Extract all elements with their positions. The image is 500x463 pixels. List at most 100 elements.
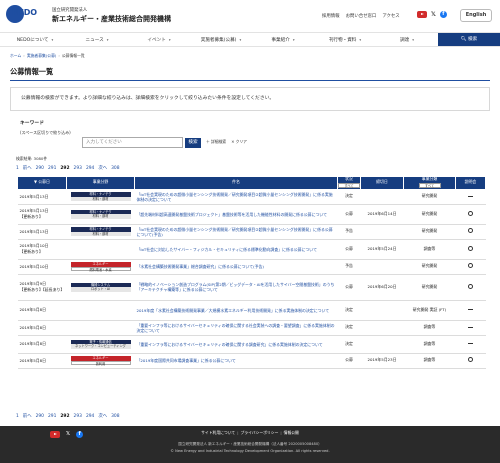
- pager-page[interactable]: 294: [86, 414, 94, 421]
- update-badge: 【更新あり】: [19, 214, 43, 220]
- cell-deadline: [360, 300, 404, 321]
- cell-meeting: [455, 259, 486, 275]
- header-type-label: 事業分類: [421, 176, 438, 181]
- cell-title: 「水素社会構築技術開発事業」総合調査研究」に係る公募について(予告): [134, 259, 338, 275]
- youtube-icon[interactable]: [417, 11, 427, 19]
- advanced-search-link[interactable]: ＋ 詳細検索: [206, 139, 226, 145]
- category-tag: 材料・部材: [70, 231, 131, 237]
- pager-last[interactable]: 308: [111, 166, 119, 173]
- nav-calls[interactable]: 実施者募集(公募) ▾: [190, 33, 252, 46]
- cell-deadline: 2019年5月23日: [360, 353, 404, 369]
- footer-separator: |: [237, 430, 239, 435]
- pager-page[interactable]: 294: [86, 166, 94, 173]
- pager-first[interactable]: 1: [16, 166, 19, 173]
- row-title-link[interactable]: 「2019年度国際共同市場調査事業」に係る公募について: [137, 358, 236, 363]
- x-icon[interactable]: 𝕏: [431, 11, 436, 19]
- dash-icon: [468, 195, 473, 197]
- breadcrumb-home[interactable]: ホーム: [10, 53, 21, 58]
- cell-date: 2019年5月13日: [17, 189, 67, 205]
- category-tag: 熱利用: [70, 360, 131, 366]
- pager-page[interactable]: 290: [36, 414, 44, 421]
- cell-deadline: 2019年5月24日: [360, 239, 404, 260]
- cell-deadline: 2019年6月20日: [360, 274, 404, 301]
- breadcrumb-separator: ›: [58, 53, 60, 58]
- row-title-link[interactable]: 「重要インフラ等におけるサイバーセキュリティの確保に関する調査研究」に係る実施体…: [137, 342, 323, 347]
- dash-icon: [468, 326, 473, 328]
- status-filter-select[interactable]: すべて: [338, 182, 360, 188]
- breadcrumb: ホーム › 実施者募集(公募) › 公募情報一覧: [0, 47, 500, 59]
- pager-last[interactable]: 308: [111, 414, 119, 421]
- pager-page[interactable]: 293: [74, 166, 82, 173]
- site-footer: 𝕏 f サイト利用について | プライバシーポリシー | 情報公開 国立研究開発法人 新…: [0, 426, 500, 463]
- row-title-link[interactable]: 「IoT社会実現のための超微小量センシング技術開発／研究開発項目②超微小量センシ…: [137, 192, 333, 202]
- clear-link[interactable]: ✕ クリア: [231, 139, 247, 145]
- nav-projects[interactable]: 事業紹介 ▾: [252, 33, 314, 46]
- pager-page[interactable]: 291: [48, 166, 56, 173]
- cell-date: 2019年5月8日: [17, 353, 67, 369]
- nav-about[interactable]: NEDOについて ▾: [4, 33, 66, 46]
- logo-text[interactable]: NEDO: [12, 8, 37, 18]
- cell-type: 研究開発: [403, 204, 456, 225]
- header-link-recruit[interactable]: 採用情報: [322, 14, 340, 20]
- table-header-row: ▼ 公募日 事業分野 件名 状況 すべて 締切日 事業分類 すべて 説明会: [17, 176, 486, 190]
- nav-news[interactable]: ニュース ▾: [66, 33, 128, 46]
- footer-link-terms[interactable]: サイト利用について: [201, 430, 235, 435]
- header-deadline[interactable]: 締切日: [360, 176, 404, 190]
- header-link-access[interactable]: アクセス: [382, 14, 399, 20]
- pager-current: 292: [60, 166, 70, 171]
- pager-page[interactable]: 290: [36, 166, 44, 173]
- pager-next[interactable]: 次へ: [98, 414, 107, 421]
- row-title-link[interactable]: 「重要インフラ等におけるサイバーセキュリティの確保に関する社会実装への調査・要望…: [137, 323, 335, 333]
- cell-date: 2019年5月10日: [17, 259, 67, 275]
- keyword-sublabel: (スペース区切りで絞り込み): [20, 129, 71, 135]
- pager-prev[interactable]: 前へ: [23, 166, 32, 173]
- pager-next[interactable]: 次へ: [98, 166, 107, 173]
- date-text: 2019年5月8日: [19, 357, 47, 363]
- date-text: 2019年5月13日: [19, 193, 49, 199]
- footer-link-disclosure[interactable]: 情報公開: [284, 430, 299, 435]
- footer-link-privacy[interactable]: プライバシーポリシー: [240, 430, 278, 435]
- table-row: 2019年5月8日 エネルギー 熱利用 「2019年度国際共同市場調査事業」に係る公募…: [17, 353, 486, 369]
- nav-procurement[interactable]: 調達 ▾: [376, 33, 438, 46]
- clear-label: クリア: [235, 139, 247, 145]
- row-title-link[interactable]: 「IoT社会実現のための超微小量センシング技術開発／研究開発項目②超微小量センシ…: [137, 227, 333, 237]
- header-status: 状況 すべて: [337, 176, 361, 190]
- cell-category: [66, 300, 135, 321]
- nav-search-button[interactable]: 🔍︎ 検索: [438, 33, 500, 46]
- row-title-link[interactable]: 2019年度「水素社会構築技術開発事業／大規模水素エネルギー利用技術開発」に係る…: [137, 308, 330, 313]
- chevron-down-icon: ▾: [168, 38, 171, 42]
- header-link-contact[interactable]: お問い合せ窓口: [346, 14, 377, 20]
- search-button[interactable]: 検索: [185, 137, 201, 148]
- cell-status: 公募: [337, 353, 361, 369]
- english-button[interactable]: English: [460, 9, 492, 22]
- search-icon: 🔍︎: [460, 37, 469, 42]
- row-title-link[interactable]: 「IoT社会に対応したサイバー・フィジカル・セキュリティに係る標準化動向調査」に…: [137, 247, 317, 252]
- cell-deadline: [360, 224, 404, 240]
- nav-publications[interactable]: 刊行物・資料 ▾: [314, 33, 376, 46]
- update-badge: 【更新あり】: [19, 249, 43, 255]
- cell-status: 公募: [337, 274, 361, 301]
- pager-first[interactable]: 1: [16, 414, 19, 421]
- nav-label: 刊行物・資料: [328, 38, 357, 43]
- keyword-input[interactable]: 入力してください: [82, 137, 183, 148]
- table-row: 2019年5月8日 2019年度「水素社会構築技術開発事業／大規模水素エネルギー利…: [17, 300, 486, 321]
- pager-prev[interactable]: 前へ: [23, 414, 32, 421]
- pager-page[interactable]: 293: [74, 414, 82, 421]
- cell-date: 2019年5月8日: [17, 320, 67, 336]
- cell-meeting: [455, 224, 486, 240]
- row-title-link[interactable]: 「水素社会構築技術開発事業」総合調査研究」に係る公募について(予告): [137, 264, 264, 269]
- type-filter-select[interactable]: すべて: [418, 182, 441, 188]
- cell-meeting: [455, 239, 486, 260]
- row-title-link[interactable]: 「戦略的イノベーション創造プログラム(SIP)第2期／ビッグデータ・AIを活用し…: [137, 282, 335, 292]
- header-date[interactable]: ▼ 公募日: [17, 176, 67, 190]
- table-body: 2019年5月13日 材料・ナノテク 材料・部材 「IoT社会実現のための超微小量セン…: [17, 189, 486, 369]
- cell-title: 「IoT社会実現のための超微小量センシング技術開発／研究開発項目②超微小量センシ…: [134, 224, 338, 240]
- facebook-icon[interactable]: f: [439, 11, 447, 19]
- breadcrumb-calls[interactable]: 実施者募集(公募): [27, 53, 57, 58]
- pager-page[interactable]: 291: [48, 414, 56, 421]
- cell-meeting: [455, 274, 486, 301]
- cell-category: エネルギー 燃料電池・水素: [66, 259, 135, 275]
- row-title-link[interactable]: 「超先端材料超高速開発基盤技術プロジェクト」基盤技術等を活用した機能性材料の開発…: [137, 212, 328, 217]
- cell-type: 調査等: [403, 320, 456, 336]
- nav-events[interactable]: イベント ▾: [128, 33, 190, 46]
